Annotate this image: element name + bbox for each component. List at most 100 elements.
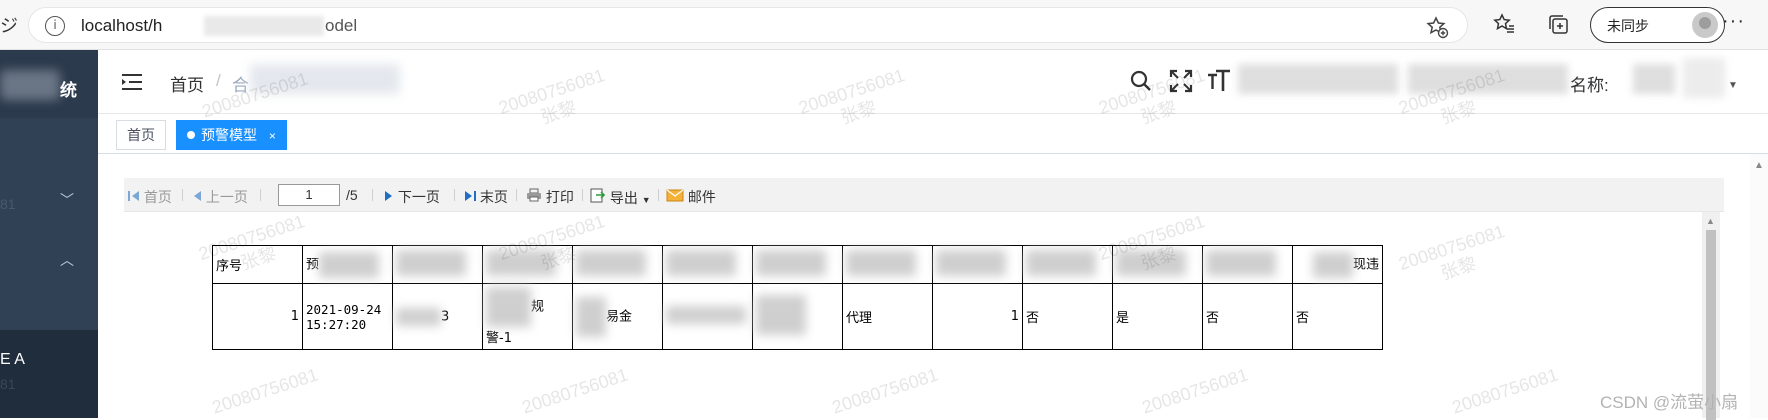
redacted xyxy=(666,305,746,324)
table-cell xyxy=(752,283,843,350)
last-page-icon xyxy=(465,191,476,201)
report-table: 序号 预 现违 1 2021-09-24 15:27:20 3 规警-1 易金 … xyxy=(212,245,1383,350)
header-cell xyxy=(752,245,843,284)
url-redacted xyxy=(204,16,324,36)
export-label: 导出 xyxy=(609,190,638,206)
table-cell: 是 xyxy=(1112,283,1203,350)
header-cell xyxy=(482,245,573,284)
app-header: 首页 / 合 名称: ▼ xyxy=(98,50,1768,114)
address-bar[interactable]: i localhost/h odel xyxy=(28,7,1468,43)
redacted xyxy=(1116,249,1186,276)
header-cell-text: 预 xyxy=(306,257,320,272)
header-cell xyxy=(842,245,933,284)
header-info-redacted xyxy=(1238,64,1398,94)
favorites-icon[interactable] xyxy=(1492,12,1516,36)
profile-button[interactable]: 未同步 xyxy=(1590,7,1725,43)
redacted xyxy=(486,249,556,276)
app-sidebar: 统 ﹀ ︿ 81 E A 81 xyxy=(0,50,98,418)
redacted xyxy=(486,287,531,327)
redacted xyxy=(666,249,736,276)
hamburger-icon[interactable] xyxy=(120,72,144,92)
redacted xyxy=(319,251,380,278)
print-label: 打印 xyxy=(545,189,574,205)
redacted xyxy=(756,294,806,335)
table-cell: 否 xyxy=(1022,283,1113,350)
next-page-button[interactable]: 下一页 xyxy=(384,187,440,207)
redacted xyxy=(576,249,646,276)
fullscreen-icon[interactable] xyxy=(1168,68,1194,94)
table-header-row: 序号 预 现违 xyxy=(212,245,1383,284)
chevron-up-icon[interactable]: ︿ xyxy=(60,250,74,270)
search-icon[interactable] xyxy=(1128,68,1154,94)
header-cell xyxy=(1112,245,1203,284)
scroll-up-icon[interactable]: ▲ xyxy=(1706,216,1715,226)
last-page-label: 末页 xyxy=(479,189,508,205)
page-total: /5 xyxy=(346,187,358,203)
avatar xyxy=(1692,12,1718,38)
table-cell-text: 易金 xyxy=(606,309,633,324)
add-favorite-icon[interactable] xyxy=(1425,15,1449,39)
breadcrumb-home[interactable]: 首页 xyxy=(170,71,204,96)
name-label: 名称: xyxy=(1570,76,1609,95)
header-cell: 现违 xyxy=(1292,245,1383,284)
table-cell: 易金 xyxy=(572,283,663,350)
table-cell: 规警-1 xyxy=(482,283,573,350)
header-cell: 预 xyxy=(302,245,393,284)
header-cell xyxy=(1022,245,1113,284)
tab-home[interactable]: 首页 xyxy=(116,120,166,150)
prev-page-icon xyxy=(194,191,201,201)
export-button[interactable]: 导出 ▼ xyxy=(590,187,651,208)
caret-down-icon[interactable]: ▼ xyxy=(1728,80,1738,91)
table-cell: 否 xyxy=(1202,283,1293,350)
sidebar-item-label: E A xyxy=(0,351,25,368)
header-cell: 序号 xyxy=(212,245,303,284)
prev-page-button[interactable]: 上一页 xyxy=(192,187,248,207)
page-number-input[interactable]: 1 xyxy=(278,184,340,206)
first-page-icon xyxy=(128,191,139,201)
close-icon[interactable]: × xyxy=(269,129,276,143)
browser-toolbar: ジ i localhost/h odel 未同步 ··· xyxy=(0,0,1768,50)
table-row: 1 2021-09-24 15:27:20 3 规警-1 易金 代理 1 否 是… xyxy=(212,283,1383,350)
redacted xyxy=(936,249,1006,276)
export-icon xyxy=(590,188,606,203)
table-cell: 代理 xyxy=(842,283,933,350)
print-button[interactable]: 打印 xyxy=(526,187,574,207)
font-size-icon[interactable] xyxy=(1206,68,1232,94)
table-cell: 1 xyxy=(212,283,303,350)
name-value-redacted xyxy=(1633,64,1675,94)
last-page-button[interactable]: 末页 xyxy=(464,187,508,207)
profile-sync-label: 未同步 xyxy=(1607,18,1649,34)
header-cell-text: 现违 xyxy=(1352,257,1379,272)
next-page-label: 下一页 xyxy=(397,189,440,205)
collections-icon[interactable] xyxy=(1546,12,1570,36)
mail-label: 邮件 xyxy=(687,189,716,205)
header-info-redacted xyxy=(1408,64,1568,94)
logo-redacted xyxy=(0,70,60,100)
redacted xyxy=(846,249,916,276)
export-dropdown-icon[interactable]: ▼ xyxy=(642,195,651,205)
chevron-down-icon[interactable]: ﹀ xyxy=(60,190,74,210)
header-cell xyxy=(392,245,483,284)
more-options-icon[interactable]: ··· xyxy=(1722,10,1745,33)
sidebar-watermark: 81 xyxy=(0,376,16,392)
mail-button[interactable]: 邮件 xyxy=(666,187,716,207)
table-cell-text: 3 xyxy=(441,309,450,324)
breadcrumb-separator: / xyxy=(216,71,221,90)
toolbar-divider xyxy=(260,189,261,201)
toolbar-divider xyxy=(372,189,373,201)
tab-warning-model[interactable]: 预警模型 × xyxy=(176,120,287,150)
first-page-button[interactable]: 首页 xyxy=(128,187,172,207)
user-avatar-redacted[interactable] xyxy=(1683,58,1725,98)
breadcrumb-redacted xyxy=(250,64,400,94)
site-info-icon[interactable]: i xyxy=(45,16,65,36)
scroll-up-icon[interactable]: ▲ xyxy=(1754,160,1764,171)
sidebar-logo-area: 统 xyxy=(0,50,98,118)
url-prefix: localhost/h xyxy=(81,16,163,35)
printer-icon xyxy=(527,188,541,202)
next-page-icon xyxy=(385,191,392,201)
page-scrollbar[interactable]: ▲ xyxy=(1750,154,1768,418)
redacted xyxy=(1312,251,1353,278)
redacted xyxy=(396,249,466,276)
table-cell: 1 xyxy=(932,283,1023,350)
sidebar-item-active[interactable] xyxy=(0,330,98,418)
